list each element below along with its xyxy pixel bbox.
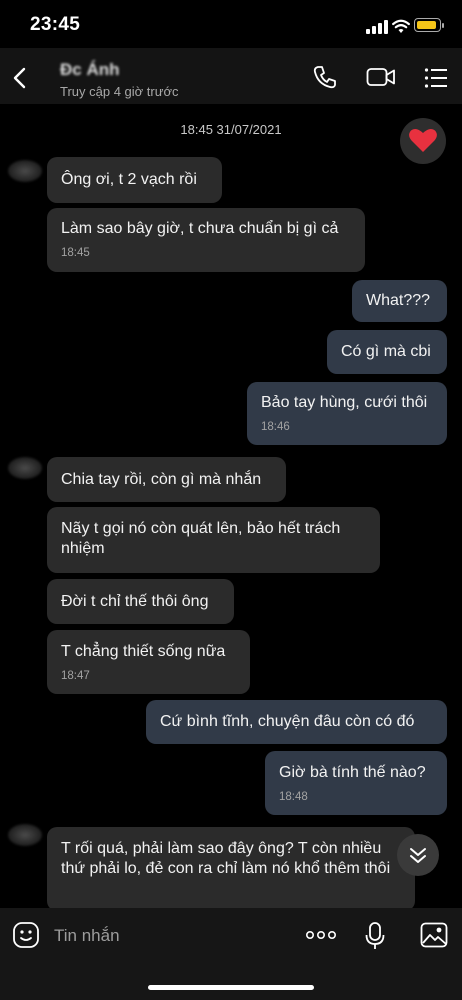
- signal-icon: [366, 20, 388, 34]
- message-text: Làm sao bây giờ, t chưa chuẩn bị gì cả: [61, 220, 339, 237]
- microphone-icon: [365, 922, 385, 949]
- contact-name[interactable]: Đc Ánh: [60, 60, 120, 80]
- heart-reaction[interactable]: [400, 118, 446, 164]
- message-bubble-outgoing[interactable]: What???: [352, 280, 447, 322]
- message-time: 18:45: [61, 247, 90, 259]
- sticker-button[interactable]: [12, 921, 40, 954]
- contact-status: Truy cập 4 giờ trước: [60, 84, 179, 99]
- video-call-icon: [366, 68, 395, 86]
- voice-button[interactable]: [364, 921, 386, 956]
- message-bubble-outgoing[interactable]: Giờ bà tính thế nào? 18:48: [265, 751, 447, 815]
- video-call-button[interactable]: [366, 66, 396, 93]
- message-bubble-incoming[interactable]: Làm sao bây giờ, t chưa chuẩn bị gì cả 1…: [47, 208, 365, 272]
- menu-icon: [424, 68, 447, 88]
- message-text: Cứ bình tĩnh, chuyện đâu còn có đó: [160, 713, 415, 730]
- call-button[interactable]: [312, 64, 338, 95]
- phone-icon: [313, 66, 336, 89]
- message-bubble-incoming[interactable]: Nãy t gọi nó còn quát lên, bảo hết trách…: [47, 507, 380, 573]
- menu-button[interactable]: [424, 67, 448, 94]
- more-button[interactable]: [305, 928, 337, 947]
- message-bubble-outgoing[interactable]: Có gì mà cbi: [327, 330, 447, 374]
- message-bubble-incoming[interactable]: T rối quá, phải làm sao đây ông? T còn n…: [47, 827, 415, 911]
- message-input[interactable]: Tin nhắn: [54, 926, 120, 946]
- heart-icon: [409, 128, 437, 152]
- message-text: Ông ơi, t 2 vạch rồi: [61, 171, 197, 188]
- sticker-icon: [13, 922, 39, 948]
- message-text: T chẳng thiết sống nữa: [61, 643, 226, 660]
- message-text: What???: [366, 292, 431, 309]
- avatar[interactable]: [8, 457, 42, 479]
- date-stamp: 18:45 31/07/2021: [180, 122, 282, 137]
- message-bubble-incoming[interactable]: Chia tay rồi, còn gì mà nhắn: [47, 457, 286, 502]
- message-bubble-incoming[interactable]: Đời t chỉ thế thôi ông: [47, 579, 234, 624]
- message-text: T rối quá, phải làm sao đây ông? T còn n…: [61, 840, 391, 877]
- message-bubble-outgoing[interactable]: Bảo tay hùng, cưới thôi 18:46: [247, 382, 447, 445]
- image-button[interactable]: [420, 922, 448, 953]
- battery-icon: [414, 18, 444, 32]
- avatar[interactable]: [8, 160, 42, 182]
- message-time: 18:46: [261, 421, 290, 433]
- chevron-down-icon: [410, 848, 426, 863]
- image-icon: [420, 922, 448, 948]
- status-time: 23:45: [30, 14, 81, 35]
- home-indicator: [148, 985, 314, 990]
- message-text: Nãy t gọi nó còn quát lên, bảo hết trách…: [61, 520, 341, 557]
- message-text: Bảo tay hùng, cưới thôi: [261, 394, 428, 411]
- back-button[interactable]: [10, 60, 40, 94]
- scroll-down-button[interactable]: [397, 834, 439, 876]
- message-text: Có gì mà cbi: [341, 343, 431, 360]
- message-text: Chia tay rồi, còn gì mà nhắn: [61, 471, 262, 488]
- avatar[interactable]: [8, 824, 42, 846]
- message-bubble-incoming[interactable]: Ông ơi, t 2 vạch rồi: [47, 157, 222, 203]
- more-icon: [305, 930, 336, 940]
- message-bubble-incoming[interactable]: T chẳng thiết sống nữa 18:47: [47, 630, 250, 694]
- message-bubble-outgoing[interactable]: Cứ bình tĩnh, chuyện đâu còn có đó: [146, 700, 447, 744]
- message-time: 18:48: [279, 791, 308, 803]
- wifi-icon: [392, 19, 410, 33]
- message-time: 18:47: [61, 670, 90, 682]
- message-text: Đời t chỉ thế thôi ông: [61, 593, 209, 610]
- message-text: Giờ bà tính thế nào?: [279, 764, 426, 781]
- back-arrow-icon: [13, 67, 26, 89]
